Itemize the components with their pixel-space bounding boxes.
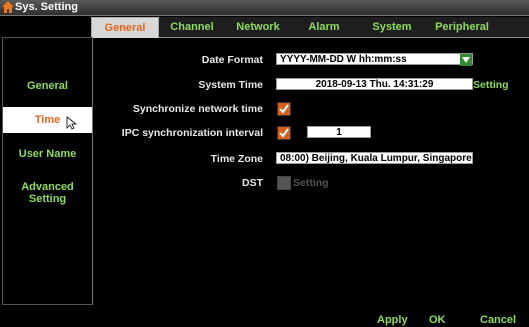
- window-title: Sys. Setting: [15, 1, 78, 13]
- sidebar-item-user-name[interactable]: User Name: [3, 148, 92, 160]
- tab-system[interactable]: System: [359, 17, 425, 37]
- ipc-sync-interval-input[interactable]: 1: [307, 126, 371, 138]
- system-time-field[interactable]: 2018-09-13 Thu. 14:31:29: [276, 78, 473, 90]
- checkmark-icon: [279, 104, 289, 114]
- dst-setting-link[interactable]: Setting: [293, 177, 329, 189]
- system-time-setting-link[interactable]: Setting: [473, 79, 509, 91]
- date-format-label: Date Format: [201, 54, 263, 66]
- dst-checkbox[interactable]: [277, 176, 291, 190]
- checkmark-icon: [279, 128, 289, 138]
- cancel-button[interactable]: Cancel: [480, 314, 516, 326]
- ipc-sync-interval-label: IPC synchronization interval: [121, 127, 263, 139]
- sync-network-time-label: Synchronize network time: [132, 103, 263, 115]
- tab-peripheral[interactable]: Peripheral: [425, 17, 499, 37]
- sidebar-item-general[interactable]: General: [3, 80, 92, 92]
- tab-alarm[interactable]: Alarm: [289, 17, 359, 37]
- sidebar-item-advanced-setting[interactable]: Advanced Setting: [3, 181, 92, 205]
- tab-bar: General Channel Network Alarm System Per…: [91, 17, 529, 38]
- tab-network[interactable]: Network: [227, 17, 289, 37]
- tab-channel[interactable]: Channel: [157, 17, 227, 37]
- date-format-value: YYYY-MM-DD W hh:mm:ss: [280, 54, 407, 65]
- mouse-cursor-icon: [66, 116, 78, 130]
- time-zone-label: Time Zone: [210, 153, 263, 165]
- home-icon: [2, 1, 14, 13]
- date-format-dropdown[interactable]: YYYY-MM-DD W hh:mm:ss: [276, 53, 473, 66]
- time-zone-dropdown[interactable]: 08:00) Beijing, Kuala Lumpur, Singapore: [276, 152, 473, 164]
- ok-button[interactable]: OK: [429, 314, 446, 326]
- sidebar: General Time User Name Advanced Setting: [2, 37, 93, 305]
- title-bar: Sys. Setting: [0, 0, 529, 16]
- system-time-label: System Time: [198, 79, 263, 91]
- dst-label: DST: [242, 177, 263, 189]
- tab-general[interactable]: General: [91, 17, 159, 38]
- apply-button[interactable]: Apply: [377, 314, 408, 326]
- chevron-down-icon: [460, 54, 472, 66]
- sidebar-item-time[interactable]: Time: [3, 107, 92, 133]
- time-zone-value: 08:00) Beijing, Kuala Lumpur, Singapore: [280, 153, 472, 164]
- ipc-sync-interval-checkbox[interactable]: [277, 126, 291, 140]
- sync-network-time-checkbox[interactable]: [277, 102, 291, 116]
